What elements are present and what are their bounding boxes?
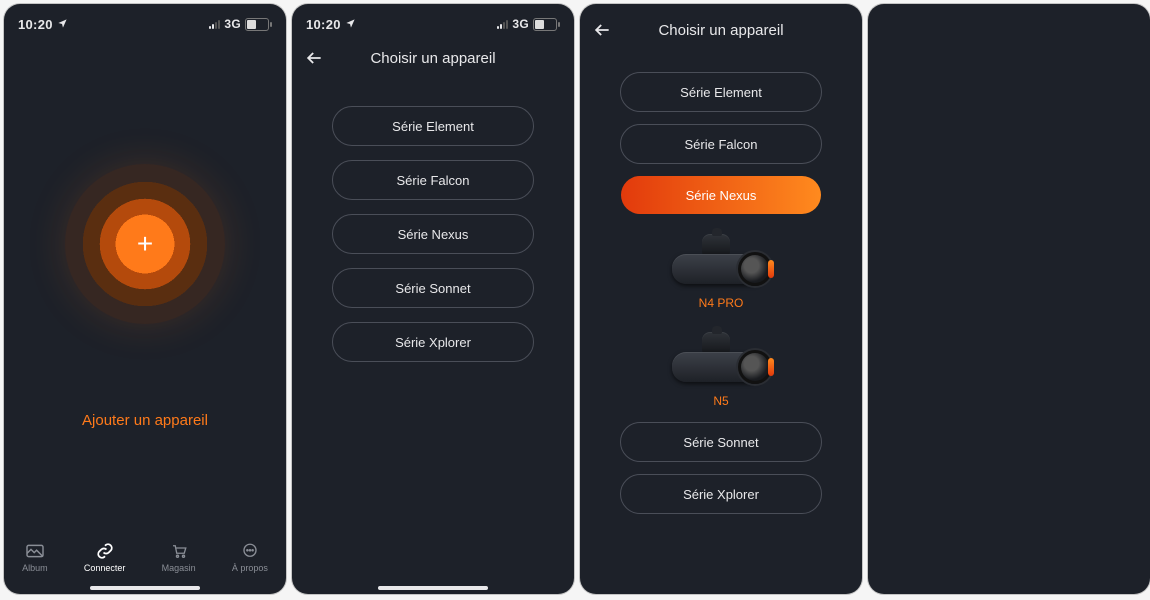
device-label: N5 [713, 394, 728, 408]
location-icon [57, 17, 68, 32]
series-xplorer[interactable]: Série Xplorer [332, 322, 534, 362]
screen-choose-device: 10:20 3G Choisir un appareil Série Eleme… [292, 4, 574, 594]
page-header: Choisir un appareil [292, 38, 574, 78]
series-sonnet[interactable]: Série Sonnet [620, 422, 822, 462]
status-time: 10:20 [306, 17, 341, 32]
network-label: 3G [224, 17, 241, 31]
tab-label: À propos [232, 563, 268, 573]
tab-about[interactable]: À propos [232, 542, 268, 573]
status-bar: 10:20 3G [4, 4, 286, 38]
signal-icon [209, 19, 220, 29]
screen-choose-device-expanded: Choisir un appareil Série Element Série … [580, 4, 862, 594]
battery-icon [245, 18, 272, 31]
screen-connect: 10:20 3G + Ajouter un appareil [4, 4, 286, 594]
page-title: Choisir un appareil [658, 22, 783, 39]
link-icon [94, 542, 116, 560]
tab-album[interactable]: Album [22, 542, 48, 573]
location-icon [345, 17, 356, 32]
chat-icon [239, 542, 261, 560]
series-nexus[interactable]: Série Nexus [332, 214, 534, 254]
tab-label: Magasin [162, 563, 196, 573]
device-label: N4 PRO [699, 296, 744, 310]
tab-connect[interactable]: Connecter [84, 542, 126, 573]
screen-empty [868, 4, 1150, 594]
camera-icon [666, 232, 776, 290]
device-n4pro[interactable]: N4 PRO [666, 232, 776, 310]
tab-bar: Album Connecter Magasin À propos [4, 526, 286, 594]
page-header: Choisir un appareil [580, 10, 862, 50]
series-falcon[interactable]: Série Falcon [332, 160, 534, 200]
tab-label: Album [22, 563, 48, 573]
add-device-button[interactable]: + [65, 164, 225, 324]
add-device-label: Ajouter un appareil [82, 412, 208, 429]
status-bar: 10:20 3G [292, 4, 574, 38]
series-nexus-active[interactable]: Série Nexus [621, 176, 821, 214]
home-indicator [378, 586, 488, 590]
cart-icon [168, 542, 190, 560]
series-list: Série Element Série Falcon Série Nexus S… [292, 78, 574, 362]
camera-icon [666, 330, 776, 388]
signal-icon [497, 19, 508, 29]
back-button[interactable] [304, 48, 324, 73]
tab-label: Connecter [84, 563, 126, 573]
battery-icon [533, 18, 560, 31]
device-n5[interactable]: N5 [666, 330, 776, 408]
home-indicator [90, 586, 200, 590]
status-time: 10:20 [18, 17, 53, 32]
plus-icon: + [137, 230, 153, 258]
page-title: Choisir un appareil [370, 50, 495, 67]
back-button[interactable] [592, 20, 612, 45]
series-list: Série Element Série Falcon Série Nexus N… [580, 50, 862, 514]
series-falcon[interactable]: Série Falcon [620, 124, 822, 164]
series-element[interactable]: Série Element [620, 72, 822, 112]
series-sonnet[interactable]: Série Sonnet [332, 268, 534, 308]
series-xplorer[interactable]: Série Xplorer [620, 474, 822, 514]
series-element[interactable]: Série Element [332, 106, 534, 146]
network-label: 3G [512, 17, 529, 31]
tab-store[interactable]: Magasin [162, 542, 196, 573]
album-icon [24, 542, 46, 560]
